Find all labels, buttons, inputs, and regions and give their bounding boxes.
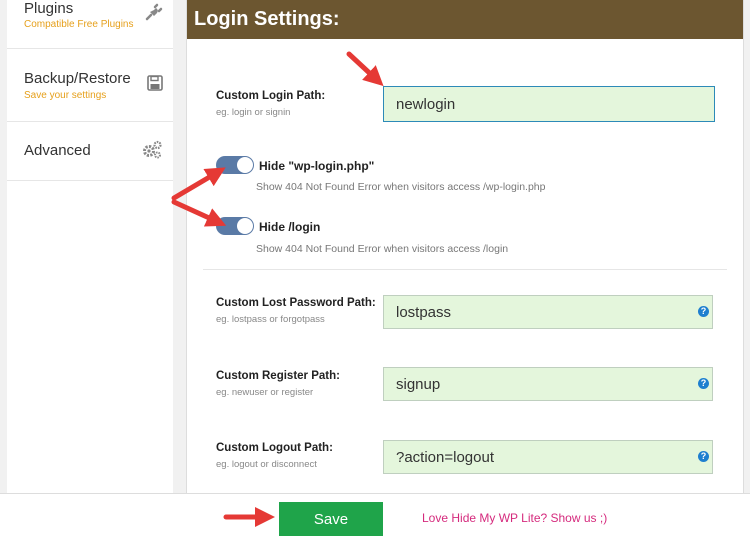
sidebar-item-subtitle: Compatible Free Plugins: [24, 19, 134, 30]
section-divider: [203, 269, 727, 270]
hide-wp-login-label: Hide "wp-login.php": [259, 159, 375, 173]
logout-label: Custom Logout Path:: [216, 442, 333, 454]
hide-login-hint: Show 404 Not Found Error when visitors a…: [256, 243, 509, 255]
sidebar-item-title: Backup/Restore: [24, 70, 131, 87]
sidebar-item-advanced[interactable]: Advanced: [7, 122, 173, 181]
save-button[interactable]: Save: [279, 502, 383, 536]
register-label: Custom Register Path:: [216, 370, 340, 382]
login-path-label: Custom Login Path:: [216, 90, 326, 102]
lost-password-label: Custom Lost Password Path:: [216, 297, 376, 309]
hide-wp-login-toggle[interactable]: [216, 156, 254, 174]
register-input[interactable]: [383, 367, 713, 401]
plug-icon: [145, 3, 163, 21]
panel-title: Login Settings:: [194, 8, 340, 30]
hide-login-label: Hide /login: [259, 220, 321, 234]
promo-link[interactable]: Love Hide My WP Lite? Show us ;): [422, 511, 607, 525]
toggle-knob: [237, 157, 253, 173]
lost-password-input[interactable]: [383, 295, 713, 329]
login-settings-panel: Login Settings: Custom Login Path: eg. l…: [186, 0, 744, 493]
help-icon[interactable]: ?: [698, 378, 709, 389]
help-icon[interactable]: ?: [698, 306, 709, 317]
register-hint: eg. newuser or register: [216, 387, 314, 398]
sidebar-item-plugins[interactable]: Plugins Compatible Free Plugins: [7, 0, 173, 49]
sidebar: Plugins Compatible Free Plugins Backup/R…: [7, 0, 173, 493]
login-path-hint: eg. login or signin: [216, 107, 291, 118]
panel-header: Login Settings:: [187, 0, 743, 39]
footer-bar: Save Love Hide My WP Lite? Show us ;): [0, 493, 750, 539]
help-icon[interactable]: ?: [698, 451, 709, 462]
sidebar-item-title: Plugins: [24, 0, 74, 17]
login-path-input[interactable]: [383, 86, 715, 122]
hide-login-toggle[interactable]: [216, 217, 254, 235]
gears-icon: [143, 140, 162, 159]
logout-hint: eg. logout or disconnect: [216, 459, 317, 470]
sidebar-item-subtitle: Save your settings: [24, 90, 107, 101]
lost-password-hint: eg. lostpass or forgotpass: [216, 314, 325, 325]
floppy-disk-icon: [147, 75, 163, 91]
toggle-knob: [237, 218, 253, 234]
sidebar-item-backup-restore[interactable]: Backup/Restore Save your settings: [7, 49, 173, 122]
logout-input[interactable]: [383, 440, 713, 474]
hide-wp-login-hint: Show 404 Not Found Error when visitors a…: [256, 181, 546, 193]
sidebar-item-title: Advanced: [24, 142, 91, 159]
